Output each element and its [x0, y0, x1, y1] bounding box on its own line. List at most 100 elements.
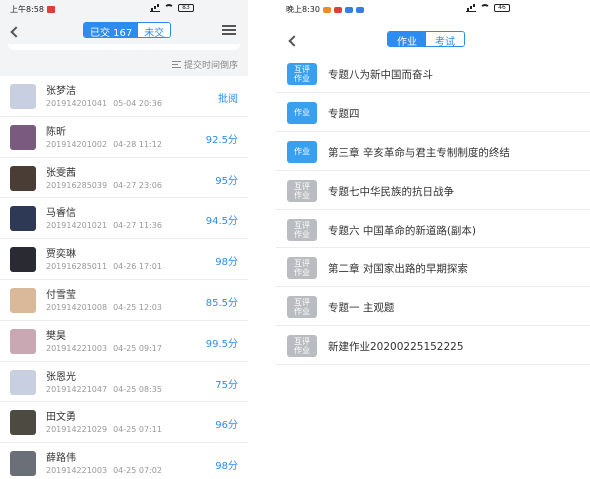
homework-type-badge: 互评 作业 — [287, 179, 317, 202]
status-bar: 晚上8:30 46 — [276, 2, 590, 16]
student-meta: 201916285039 04-27 23:06 — [46, 181, 162, 190]
homework-title: 专题四 — [328, 107, 360, 120]
homework-type-badge: 互评 作业 — [287, 257, 317, 280]
homework-row[interactable]: 作业 第三章 辛亥革命与君主专制制度的终结 — [276, 132, 590, 171]
homework-type-badge: 互评 作业 — [287, 218, 317, 241]
student-row[interactable]: 陈昕 201914201002 04-28 11:12 92.5分 — [0, 117, 248, 158]
submit-time: 04-25 07:11 — [113, 425, 162, 435]
signal-icon — [466, 4, 476, 12]
homework-title: 专题八为新中国而奋斗 — [328, 69, 433, 81]
homework-type-badge: 互评 作业 — [287, 335, 317, 358]
student-row[interactable]: 马睿信 201914201021 04-27 11:36 94.5分 — [0, 198, 248, 240]
app-notification-icon — [344, 6, 353, 13]
avatar — [10, 247, 36, 273]
student-row[interactable]: 樊昊 201914221003 04-25 09:17 99.5分 — [0, 321, 248, 362]
submit-time: 04-26 17:01 — [113, 262, 162, 272]
submit-time: 04-25 07:02 — [113, 466, 162, 476]
score-value[interactable]: 批阅 — [218, 90, 238, 105]
student-meta: 201914201021 04-27 11:36 — [46, 221, 162, 230]
submit-time: 05-04 20:36 — [113, 99, 162, 108]
score-value[interactable]: 98分 — [215, 457, 238, 472]
student-row[interactable]: 薛路伟 201914221003 04-25 07:02 98分 — [0, 443, 248, 479]
student-name: 贾奕琳 — [46, 249, 76, 261]
student-name: 陈昕 — [46, 126, 66, 138]
submission-tabs: 已交 167 未交 — [83, 22, 172, 38]
status-time-group: 上午8:58 — [10, 4, 55, 15]
tab-exam[interactable]: 考试 — [426, 32, 464, 46]
score-value[interactable]: 96分 — [215, 416, 238, 431]
avatar — [10, 369, 36, 395]
homework-title: 第三章 辛亥革命与君主专制制度的终结 — [328, 146, 510, 159]
homework-title: 专题一 主观题 — [328, 302, 395, 315]
student-meta: 201914221003 04-25 09:17 — [46, 344, 162, 353]
homework-exam-tabs: 作业 考试 — [387, 31, 465, 47]
status-time: 上午8:58 — [10, 5, 44, 14]
homework-row[interactable]: 互评 作业 第二章 对国家出路的早期探索 — [276, 248, 590, 288]
score-value[interactable]: 95分 — [215, 172, 238, 187]
status-time-group: 晚上8:30 — [286, 4, 364, 15]
app-notification-icon — [333, 6, 342, 13]
student-row[interactable]: 张梦洁 201914201041 05-04 20:36 批阅 — [0, 76, 248, 117]
homework-row[interactable]: 互评 作业 专题一 主观题 — [276, 287, 590, 327]
wifi-icon — [164, 4, 174, 12]
status-time: 晚上8:30 — [286, 5, 320, 14]
avatar — [10, 287, 36, 313]
homework-row[interactable]: 互评 作业 专题七中华民族的抗日战争 — [276, 171, 590, 210]
student-row[interactable]: 张恩光 201914221047 04-25 08:35 75分 — [0, 362, 248, 403]
student-name: 樊昊 — [46, 330, 66, 342]
student-row[interactable]: 张雯茜 201916285039 04-27 23:06 95分 — [0, 158, 248, 199]
score-value[interactable]: 85.5分 — [206, 294, 238, 309]
homework-row[interactable]: 互评 作业 专题八为新中国而奋斗 — [276, 54, 590, 93]
student-meta: 201916285011 04-26 17:01 — [46, 262, 162, 271]
homework-type-badge: 作业 — [287, 101, 317, 124]
back-arrow-icon[interactable] — [288, 35, 300, 47]
tab-homework[interactable]: 作业 — [388, 32, 426, 46]
student-meta: 201914221003 04-25 07:02 — [46, 466, 162, 475]
avatar — [10, 328, 36, 354]
student-id: 201914221003 — [46, 466, 108, 476]
student-name: 田文勇 — [46, 412, 76, 424]
student-id: 201914201021 — [46, 221, 108, 231]
tab-unsubmitted[interactable]: 未交 — [138, 23, 171, 37]
score-value[interactable]: 99.5分 — [206, 335, 238, 350]
header-card-edge — [8, 44, 240, 50]
homework-type-badge: 互评 作业 — [287, 63, 317, 85]
student-id: 201916285011 — [46, 262, 108, 272]
avatar — [10, 124, 36, 150]
student-id: 201914201041 — [46, 99, 108, 108]
homework-type-badge: 互评 作业 — [287, 296, 317, 319]
student-row[interactable]: 付雪莹 201914201008 04-25 12:03 85.5分 — [0, 280, 248, 321]
score-value[interactable]: 94.5分 — [206, 212, 238, 227]
student-meta: 201914201002 04-28 11:12 — [46, 140, 162, 149]
student-row[interactable]: 田文勇 201914221029 04-25 07:11 96分 — [0, 402, 248, 444]
student-name: 马睿信 — [46, 208, 76, 220]
submit-time: 04-28 11:12 — [113, 139, 162, 149]
homework-title: 第二章 对国家出路的早期探索 — [328, 263, 468, 276]
submit-time: 04-27 23:06 — [113, 180, 162, 190]
submit-time: 04-27 11:36 — [113, 221, 162, 231]
battery-icon: 46 — [494, 4, 510, 12]
back-arrow-icon[interactable] — [10, 26, 22, 38]
battery-icon: 83 — [178, 4, 194, 12]
avatar — [10, 206, 36, 232]
score-value[interactable]: 92.5分 — [206, 131, 238, 146]
menu-icon[interactable] — [222, 25, 236, 35]
tab-submitted[interactable]: 已交 167 — [84, 23, 139, 37]
avatar — [10, 165, 36, 191]
student-id: 201914221047 — [46, 384, 108, 394]
student-row[interactable]: 贾奕琳 201916285011 04-26 17:01 98分 — [0, 239, 248, 280]
score-value[interactable]: 75分 — [215, 376, 238, 391]
avatar — [10, 410, 36, 436]
homework-row[interactable]: 互评 作业 专题六 中国革命的新道路(副本) — [276, 210, 590, 249]
sort-control[interactable]: 提交时间倒序 — [171, 58, 238, 71]
student-id: 201914201008 — [46, 302, 108, 312]
avatar — [10, 84, 36, 109]
homework-row[interactable]: 作业 专题四 — [276, 93, 590, 132]
homework-row[interactable]: 互评 作业 新建作业20200225152225 — [276, 326, 590, 366]
student-meta: 201914221047 04-25 08:35 — [46, 385, 162, 394]
student-name: 张恩光 — [46, 371, 76, 383]
status-icons: 46 — [466, 4, 510, 12]
score-value[interactable]: 98分 — [215, 253, 238, 268]
student-name: 付雪莹 — [46, 289, 76, 301]
student-name: 张雯茜 — [46, 167, 76, 179]
